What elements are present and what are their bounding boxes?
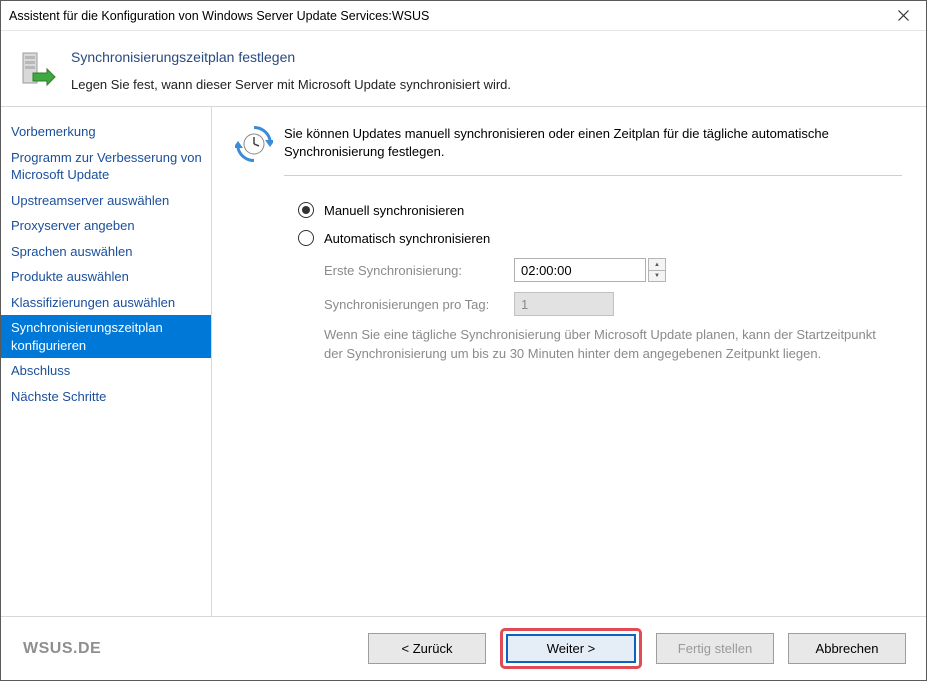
wizard-steps-sidebar: Vorbemerkung Programm zur Verbesserung v… — [1, 107, 211, 616]
back-button[interactable]: < Zurück — [368, 633, 486, 664]
description-icon-wrap — [224, 125, 284, 176]
first-sync-input-wrap — [514, 258, 646, 282]
description-row: Sie können Updates manuell synchronisier… — [224, 125, 902, 176]
next-button-highlight: Weiter > — [500, 628, 642, 669]
sidebar-item-produkte[interactable]: Produkte auswählen — [1, 264, 211, 290]
finish-button: Fertig stellen — [656, 633, 774, 664]
wizard-window: Assistent für die Konfiguration von Wind… — [0, 0, 927, 681]
sidebar-item-sprachen[interactable]: Sprachen auswählen — [1, 239, 211, 265]
sidebar-item-upstream[interactable]: Upstreamserver auswählen — [1, 188, 211, 214]
sidebar-item-programm[interactable]: Programm zur Verbesserung von Microsoft … — [1, 145, 211, 188]
syncs-per-day-label: Synchronisierungen pro Tag: — [324, 297, 514, 312]
cancel-button[interactable]: Abbrechen — [788, 633, 906, 664]
sidebar-item-naechste-schritte[interactable]: Nächste Schritte — [1, 384, 211, 410]
wizard-header-text: Synchronisierungszeitplan festlegen Lege… — [57, 49, 511, 92]
radio-auto[interactable] — [298, 230, 314, 246]
first-sync-label: Erste Synchronisierung: — [324, 263, 514, 278]
wizard-content: Sie können Updates manuell synchronisier… — [211, 107, 926, 616]
syncs-per-day-input: 1 — [514, 292, 614, 316]
server-sync-icon — [15, 49, 57, 91]
description-text: Sie können Updates manuell synchronisier… — [284, 125, 902, 176]
options-group: Manuell synchronisieren Automatisch sync… — [224, 176, 902, 362]
sync-note: Wenn Sie eine tägliche Synchronisierung … — [324, 326, 884, 362]
close-icon — [898, 10, 909, 21]
sidebar-item-vorbemerkung[interactable]: Vorbemerkung — [1, 119, 211, 145]
window-title: Assistent für die Konfiguration von Wind… — [9, 9, 880, 23]
spinner-down-icon[interactable]: ▼ — [648, 270, 666, 283]
radio-manual-label: Manuell synchronisieren — [324, 203, 464, 218]
wizard-header: Synchronisierungszeitplan festlegen Lege… — [1, 31, 926, 107]
clock-sync-icon — [235, 125, 273, 163]
watermark: WSUS.DE — [23, 640, 101, 658]
spinner-up-icon[interactable]: ▲ — [648, 258, 666, 270]
first-sync-row: Erste Synchronisierung: ▲ ▼ — [324, 258, 902, 282]
radio-manual[interactable] — [298, 202, 314, 218]
radio-manual-row[interactable]: Manuell synchronisieren — [298, 202, 902, 218]
radio-auto-label: Automatisch synchronisieren — [324, 231, 490, 246]
wizard-header-icon — [1, 49, 57, 91]
close-button[interactable] — [880, 1, 926, 31]
page-subtitle: Legen Sie fest, wann dieser Server mit M… — [71, 77, 511, 92]
wizard-body: Vorbemerkung Programm zur Verbesserung v… — [1, 107, 926, 616]
syncs-per-day-row: Synchronisierungen pro Tag: 1 — [324, 292, 902, 316]
first-sync-spinner[interactable]: ▲ ▼ — [648, 258, 666, 282]
sidebar-item-abschluss[interactable]: Abschluss — [1, 358, 211, 384]
syncs-per-day-value: 1 — [521, 297, 528, 312]
wizard-footer: WSUS.DE < Zurück Weiter > Fertig stellen… — [1, 616, 926, 680]
sidebar-item-klassifizierungen[interactable]: Klassifizierungen auswählen — [1, 290, 211, 316]
titlebar: Assistent für die Konfiguration von Wind… — [1, 1, 926, 31]
sidebar-item-zeitplan[interactable]: Synchronisierungszeitplan konfigurieren — [1, 315, 211, 358]
radio-auto-row[interactable]: Automatisch synchronisieren — [298, 230, 902, 246]
first-sync-input[interactable] — [515, 259, 645, 281]
next-button[interactable]: Weiter > — [506, 634, 636, 663]
sidebar-item-proxy[interactable]: Proxyserver angeben — [1, 213, 211, 239]
page-title: Synchronisierungszeitplan festlegen — [71, 49, 511, 65]
